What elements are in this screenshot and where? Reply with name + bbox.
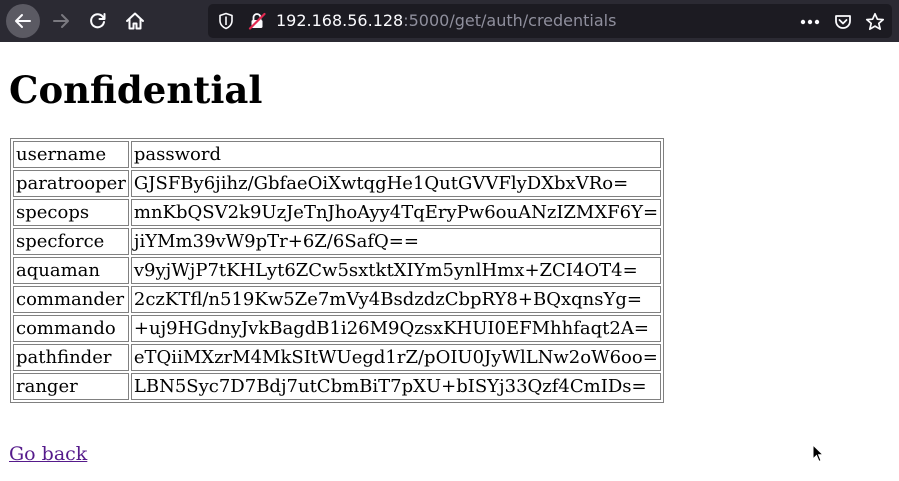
username-cell: commander xyxy=(13,286,129,313)
username-cell: ranger xyxy=(13,373,129,400)
table-row: specforce jiYMm39vW9pTr+6Z/6SafQ== xyxy=(13,228,662,255)
table-row: ranger LBN5Syc7D7Bdj7utCbmBiT7pXU+bISYj3… xyxy=(13,373,662,400)
reload-icon xyxy=(90,13,106,29)
insecure-lock-icon[interactable] xyxy=(248,12,266,30)
table-row: paratrooper GJSFBy6jihz/GbfaeOiXwtqgHe1Q… xyxy=(13,170,662,197)
tracking-protection-shield-icon[interactable] xyxy=(217,12,235,30)
url-bar[interactable]: 192.168.56.128:5000/get/auth/credentials xyxy=(208,4,892,38)
back-button[interactable] xyxy=(6,4,40,38)
header-cell-password: password xyxy=(130,141,662,168)
page-actions-menu-icon[interactable] xyxy=(800,12,820,32)
mouse-pointer-icon xyxy=(812,444,824,463)
url-text[interactable]: 192.168.56.128:5000/get/auth/credentials xyxy=(276,11,616,31)
table-row: commando +uj9HGdnyJvkBagdB1i26M9QzsxKHUI… xyxy=(13,315,662,342)
table-row: aquaman v9yjWjP7tKHLyt6ZCw5sxtktXIYm5ynl… xyxy=(13,257,662,284)
table-row: commander 2czKTfl/n519Kw5Ze7mVy4BsdzdzCb… xyxy=(13,286,662,313)
page-title: Confidential xyxy=(9,68,263,112)
table-row: specops mnKbQSV2k9UzJeTnJhoAyy4TqEryPw6o… xyxy=(13,199,662,226)
password-cell: jiYMm39vW9pTr+6Z/6SafQ== xyxy=(130,228,662,255)
password-cell: v9yjWjP7tKHLyt6ZCw5sxtktXIYm5ynlHmx+ZCI4… xyxy=(130,257,662,284)
username-cell: specforce xyxy=(13,228,129,255)
password-cell: mnKbQSV2k9UzJeTnJhoAyy4TqEryPw6ouANzIZMX… xyxy=(130,199,662,226)
pocket-save-icon[interactable] xyxy=(833,12,853,32)
credentials-table: username password paratrooper GJSFBy6jih… xyxy=(10,138,665,403)
username-cell: pathfinder xyxy=(13,344,129,371)
table-row: pathfinder eTQiiMXzrM4MkSItWUegd1rZ/pOIU… xyxy=(13,344,662,371)
arrow-right-icon xyxy=(53,14,69,28)
username-cell: commando xyxy=(13,315,129,342)
go-back-link[interactable]: Go back xyxy=(9,442,87,466)
browser-toolbar: 192.168.56.128:5000/get/auth/credentials xyxy=(0,0,899,42)
url-host: 192.168.56.128 xyxy=(276,11,404,30)
password-cell: +uj9HGdnyJvkBagdB1i26M9QzsxKHUI0EFMhhfaq… xyxy=(130,315,662,342)
username-cell: specops xyxy=(13,199,129,226)
reload-button[interactable] xyxy=(81,4,115,38)
table-header-row: username password xyxy=(13,141,662,168)
password-cell: 2czKTfl/n519Kw5Ze7mVy4BsdzdzCbpRY8+BQxqn… xyxy=(130,286,662,313)
username-cell: aquaman xyxy=(13,257,129,284)
password-cell: eTQiiMXzrM4MkSItWUegd1rZ/pOIU0JyWlLNw2oW… xyxy=(130,344,662,371)
password-cell: LBN5Syc7D7Bdj7utCbmBiT7pXU+bISYj33Qzf4Cm… xyxy=(130,373,662,400)
username-cell: paratrooper xyxy=(13,170,129,197)
home-button[interactable] xyxy=(118,4,152,38)
header-cell-username: username xyxy=(13,141,129,168)
home-icon xyxy=(126,12,144,30)
url-path: :5000/get/auth/credentials xyxy=(403,11,617,30)
arrow-left-icon xyxy=(15,14,31,28)
password-cell: GJSFBy6jihz/GbfaeOiXwtqgHe1QutGVVFlyDXbx… xyxy=(130,170,662,197)
bookmark-star-icon[interactable] xyxy=(865,12,885,32)
forward-button[interactable] xyxy=(44,4,78,38)
